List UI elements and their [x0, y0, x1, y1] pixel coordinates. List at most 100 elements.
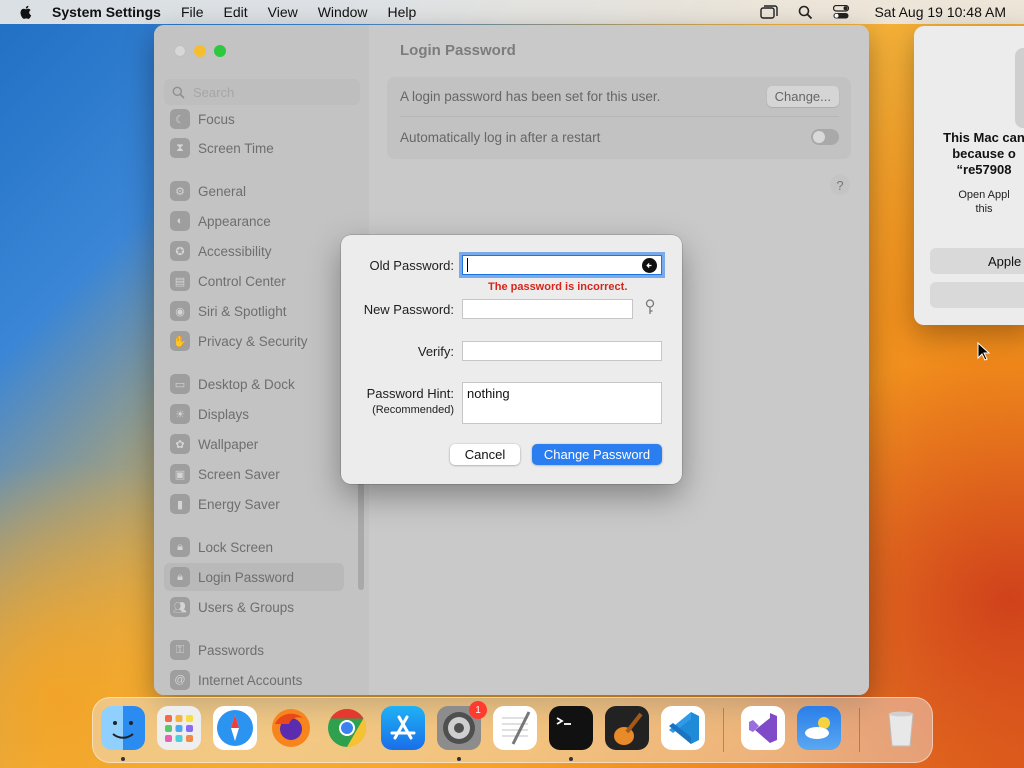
- sidebar-item-label: Privacy & Security: [198, 333, 308, 349]
- alert-title: This Mac can because o “re57908: [943, 130, 1024, 177]
- new-password-label: New Password:: [363, 302, 454, 317]
- sidebar-item-login-password[interactable]: 🔒︎ Login Password: [164, 563, 344, 591]
- sidebar-item-privacy-security[interactable]: ✋ Privacy & Security: [164, 327, 344, 355]
- sidebar-item-label: Login Password: [198, 569, 295, 585]
- sidebar-item-label: Energy Saver: [198, 496, 280, 512]
- sidebar-item-siri-spotlight[interactable]: ◉ Siri & Spotlight: [164, 297, 344, 325]
- app-store-icon[interactable]: [381, 706, 425, 750]
- sidebar-item-lock-screen[interactable]: 🔒︎ Lock Screen: [164, 533, 344, 561]
- sidebar-item-label: Screen Time: [198, 140, 274, 156]
- sidebar-scrollbar[interactable]: [358, 480, 364, 590]
- show-password-icon[interactable]: [642, 258, 657, 273]
- password-row: A login password has been set for this u…: [400, 77, 839, 117]
- sidebar-item-passwords[interactable]: ⚿ Passwords: [164, 636, 344, 664]
- change-password-confirm-button[interactable]: Change Password: [532, 444, 662, 465]
- auto-login-toggle[interactable]: [811, 129, 839, 145]
- siri-icon: ◉: [170, 301, 190, 321]
- menu-window[interactable]: Window: [318, 4, 368, 20]
- menu-app-name[interactable]: System Settings: [52, 4, 161, 20]
- sidebar-item-general[interactable]: ⚙ General: [164, 177, 344, 205]
- moon-icon: ☾: [170, 109, 190, 129]
- menu-help[interactable]: Help: [388, 4, 417, 20]
- safari-icon[interactable]: [213, 706, 257, 750]
- finder-icon[interactable]: [101, 706, 145, 750]
- system-alert-dialog: This Mac can because o “re57908 Open App…: [914, 26, 1024, 325]
- appearance-icon: ◐: [170, 211, 190, 231]
- control-center-icon: ▤: [170, 271, 190, 291]
- sidebar-item-screen-time[interactable]: ⧗ Screen Time: [164, 134, 344, 162]
- sidebar-item-wallpaper[interactable]: ✿ Wallpaper: [164, 430, 344, 458]
- sidebar-item-label: Control Center: [198, 273, 286, 289]
- textedit-icon[interactable]: [493, 706, 537, 750]
- trash-icon[interactable]: [879, 706, 923, 750]
- change-password-button[interactable]: Change...: [766, 86, 839, 107]
- users-icon: 👥︎: [170, 597, 190, 617]
- new-password-field[interactable]: [462, 299, 633, 319]
- weather-icon[interactable]: [797, 706, 841, 750]
- sidebar-item-label: Users & Groups: [198, 599, 295, 615]
- visual-studio-icon[interactable]: [741, 706, 785, 750]
- sidebar-item-screen-saver[interactable]: ▣ Screen Saver: [164, 460, 344, 488]
- stage-manager-icon[interactable]: [760, 5, 779, 19]
- help-button[interactable]: ?: [830, 175, 850, 195]
- alert-primary-button[interactable]: Apple: [930, 248, 1024, 274]
- settings-group: A login password has been set for this u…: [387, 77, 851, 159]
- sidebar-item-label: Focus: [198, 111, 235, 127]
- text-caret: [467, 258, 468, 272]
- minimize-button[interactable]: [194, 45, 206, 57]
- terminal-icon[interactable]: [549, 706, 593, 750]
- menu-edit[interactable]: Edit: [224, 4, 248, 20]
- search-placeholder: Search: [193, 84, 235, 100]
- vscode-icon[interactable]: [661, 706, 705, 750]
- password-hint-sublabel: (Recommended): [372, 404, 454, 416]
- sidebar-item-appearance[interactable]: ◐ Appearance: [164, 207, 344, 235]
- zoom-button[interactable]: [214, 45, 226, 57]
- password-assistant-key-icon[interactable]: [644, 299, 656, 315]
- running-indicator: [457, 757, 461, 761]
- sidebar-item-control-center[interactable]: ▤ Control Center: [164, 267, 344, 295]
- sidebar-item-accessibility[interactable]: ✪ Accessibility: [164, 237, 344, 265]
- sidebar-item-displays[interactable]: ☀ Displays: [164, 400, 344, 428]
- cancel-button[interactable]: Cancel: [450, 444, 520, 465]
- menubar-clock[interactable]: Sat Aug 19 10:48 AM: [874, 4, 1006, 20]
- sidebar-search-field[interactable]: Search: [164, 79, 360, 105]
- close-button[interactable]: [174, 45, 186, 57]
- sidebar-item-focus[interactable]: ☾ Focus: [164, 105, 344, 133]
- apple-menu-icon[interactable]: [18, 4, 34, 20]
- firefox-icon[interactable]: [269, 706, 313, 750]
- sidebar-item-label: Lock Screen: [198, 539, 274, 555]
- chrome-icon[interactable]: [325, 706, 369, 750]
- sidebar-item-label: Internet Accounts: [198, 672, 303, 688]
- sidebar-item-label: Accessibility: [198, 243, 272, 259]
- screen-saver-icon: ▣: [170, 464, 190, 484]
- launchpad-icon[interactable]: [157, 706, 201, 750]
- mouse-pointer-icon: [977, 342, 991, 361]
- hourglass-icon: ⧗: [170, 138, 190, 158]
- lock-icon: 🔒︎: [170, 567, 190, 587]
- garageband-icon[interactable]: [605, 706, 649, 750]
- sidebar-item-label: Wallpaper: [198, 436, 259, 452]
- menu-file[interactable]: File: [181, 4, 204, 20]
- dock-separator: [723, 708, 724, 752]
- old-password-field[interactable]: [462, 255, 662, 275]
- verify-field[interactable]: [462, 341, 662, 361]
- battery-icon: ▮: [170, 494, 190, 514]
- sidebar-item-users-groups[interactable]: 👥︎ Users & Groups: [164, 593, 344, 621]
- password-hint-label: Password Hint:: [366, 386, 454, 401]
- dock-separator: [859, 708, 860, 752]
- auto-login-label: Automatically log in after a restart: [400, 129, 601, 145]
- sidebar-item-label: Desktop & Dock: [198, 376, 295, 392]
- sidebar-item-desktop-dock[interactable]: ▭ Desktop & Dock: [164, 370, 344, 398]
- change-password-dialog: Old Password: The password is incorrect.…: [341, 235, 682, 484]
- alert-secondary-button[interactable]: [930, 282, 1024, 308]
- spotlight-search-icon[interactable]: [796, 5, 814, 19]
- password-error-message: The password is incorrect.: [488, 281, 628, 293]
- password-hint-field[interactable]: nothing: [462, 382, 662, 424]
- sidebar-item-internet-accounts[interactable]: @ Internet Accounts: [164, 666, 344, 694]
- sidebar-item-energy-saver[interactable]: ▮ Energy Saver: [164, 490, 344, 518]
- key-icon: ⚿: [170, 640, 190, 660]
- menu-view[interactable]: View: [268, 4, 298, 20]
- sidebar-item-label: Passwords: [198, 642, 265, 658]
- sidebar-item-label: Screen Saver: [198, 466, 280, 482]
- control-center-icon[interactable]: [832, 5, 850, 19]
